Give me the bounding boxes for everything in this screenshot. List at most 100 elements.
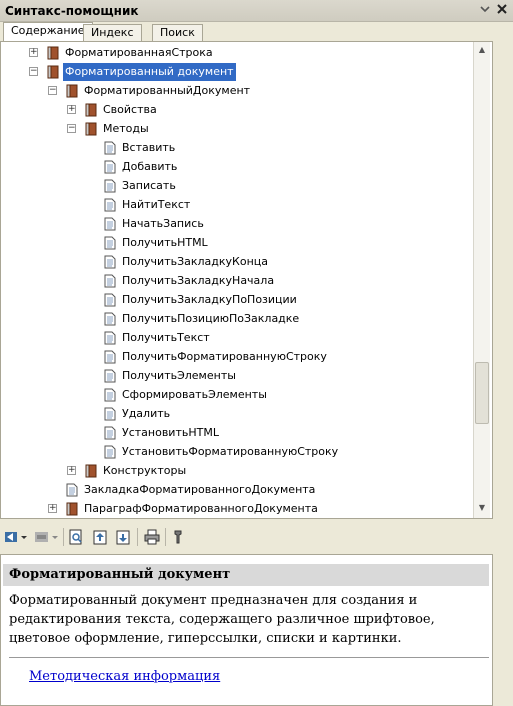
description-heading: Форматированный документ	[3, 564, 489, 586]
tree-item[interactable]: НайтиТекст	[1, 196, 471, 214]
back-icon[interactable]	[4, 529, 20, 545]
tree-item-label: Добавить	[122, 160, 178, 173]
previous-topic-icon[interactable]	[92, 529, 108, 545]
collapse-icon[interactable]: −	[48, 86, 57, 95]
tab-index[interactable]: Индекс	[83, 24, 142, 41]
tree-item-label: ПолучитьЗакладкуПоПозиции	[122, 293, 297, 306]
tab-contents[interactable]: Содержание	[3, 22, 93, 41]
book-icon	[46, 46, 60, 60]
tree-item[interactable]: ПолучитьПозициюПоЗакладке	[1, 310, 471, 328]
book-icon	[65, 502, 79, 516]
back-dropdown-icon[interactable]	[20, 529, 28, 545]
tree-item[interactable]: ПолучитьЗакладкуКонца	[1, 253, 471, 271]
page-icon	[103, 407, 117, 421]
tree-item[interactable]: − Методы	[1, 120, 471, 138]
close-icon[interactable]	[495, 3, 509, 17]
panel-title: Синтакс-помощник	[5, 4, 139, 18]
scroll-thumb[interactable]	[475, 362, 489, 424]
tree-item[interactable]: ПолучитьФорматированнуюСтроку	[1, 348, 471, 366]
tree-item[interactable]: ПолучитьЗакладкуНачала	[1, 272, 471, 290]
toolbar-separator	[137, 528, 138, 546]
tree-item[interactable]: ПолучитьЭлементы	[1, 367, 471, 385]
book-icon	[65, 84, 79, 98]
tree-item[interactable]: + ФорматированнаяСтрока	[1, 44, 471, 62]
contents-tree[interactable]: + ФорматированнаяСтрока − Форматированный д…	[0, 41, 493, 519]
collapse-icon[interactable]: −	[29, 67, 38, 76]
description-divider	[9, 657, 489, 658]
page-icon	[103, 160, 117, 174]
scroll-down-icon[interactable]: ▼	[474, 500, 490, 516]
tree-item-label: Удалить	[122, 407, 171, 420]
page-icon	[103, 426, 117, 440]
tree-item[interactable]: + ПараграфФорматированногоДокумента	[1, 500, 471, 518]
panel-menu-icon[interactable]	[478, 3, 492, 17]
tree-item-label: Вставить	[122, 141, 176, 154]
book-icon	[84, 103, 98, 117]
page-icon	[103, 141, 117, 155]
tree-item-label: ЗакладкаФорматированногоДокумента	[84, 483, 316, 496]
tree-item[interactable]: ПолучитьHTML	[1, 234, 471, 252]
tree-item[interactable]: УстановитьФорматированнуюСтроку	[1, 443, 471, 461]
page-icon	[103, 369, 117, 383]
page-icon	[103, 312, 117, 326]
tree-item[interactable]: + Конструкторы	[1, 462, 471, 480]
tree-item-label: Записать	[122, 179, 176, 192]
print-icon[interactable]	[144, 529, 160, 545]
tree-item-label: ПолучитьФорматированнуюСтроку	[122, 350, 327, 363]
tree-item-label: ПолучитьЗакладкуНачала	[122, 274, 275, 287]
help-toolbar	[0, 522, 513, 552]
tree-item[interactable]: − Форматированный документ	[1, 63, 471, 81]
description-text: Форматированный документ предназначен дл…	[9, 593, 435, 646]
tree-item[interactable]: + Свойства	[1, 101, 471, 119]
expand-icon[interactable]: +	[29, 48, 38, 57]
tab-search[interactable]: Поиск	[152, 24, 203, 41]
tree-item-label: Методы	[103, 122, 149, 135]
tree-item-label: Конструкторы	[103, 464, 187, 477]
toolbar-separator	[165, 528, 166, 546]
forward-icon[interactable]	[34, 529, 50, 545]
settings-wrench-icon[interactable]	[171, 529, 187, 545]
toolbar-separator	[63, 528, 64, 546]
tree-item-label: ПолучитьТекст	[122, 331, 210, 344]
tree-item[interactable]: ЗакладкаФорматированногоДокумента	[1, 481, 471, 499]
tree-item-label: УстановитьHTML	[122, 426, 219, 439]
tree-item[interactable]: СформироватьЭлементы	[1, 386, 471, 404]
tree-item-label: ПолучитьHTML	[122, 236, 208, 249]
tree-item-label: ПараграфФорматированногоДокумента	[84, 502, 318, 515]
collapse-icon[interactable]: −	[67, 124, 76, 133]
page-icon	[103, 179, 117, 193]
page-icon	[65, 483, 79, 497]
tree-item[interactable]: − ФорматированныйДокумент	[1, 82, 471, 100]
forward-dropdown-icon[interactable]	[51, 529, 59, 545]
tree-scrollbar[interactable]: ▲ ▼	[473, 42, 490, 518]
expand-icon[interactable]: +	[67, 105, 76, 114]
tree-item[interactable]: Удалить	[1, 405, 471, 423]
tree-item-label: УстановитьФорматированнуюСтроку	[122, 445, 339, 458]
tree-item-label: НайтиТекст	[122, 198, 191, 211]
right-edge	[493, 41, 513, 706]
tree-item[interactable]: НачатьЗапись	[1, 215, 471, 233]
scroll-up-icon[interactable]: ▲	[474, 42, 490, 58]
tree-item[interactable]: Вставить	[1, 139, 471, 157]
tab-strip: Содержание Индекс Поиск	[0, 22, 513, 41]
tree-item[interactable]: ПолучитьЗакладкуПоПозиции	[1, 291, 471, 309]
expand-icon[interactable]: +	[48, 504, 57, 513]
book-icon	[46, 65, 60, 79]
page-icon	[103, 236, 117, 250]
page-icon	[103, 388, 117, 402]
next-topic-icon[interactable]	[115, 529, 131, 545]
page-icon	[103, 350, 117, 364]
tree-item-label: НачатьЗапись	[122, 217, 204, 230]
tree-item[interactable]: ПолучитьТекст	[1, 329, 471, 347]
tree-item-label: ФорматированныйДокумент	[84, 84, 251, 97]
tree-item-label: ПолучитьЭлементы	[122, 369, 236, 382]
tree-item-label: ФорматированнаяСтрока	[65, 46, 213, 59]
book-icon	[84, 122, 98, 136]
tree-item[interactable]: Добавить	[1, 158, 471, 176]
tree-item-label: СформироватьЭлементы	[122, 388, 267, 401]
expand-icon[interactable]: +	[67, 466, 76, 475]
tree-item[interactable]: Записать	[1, 177, 471, 195]
find-in-tree-icon[interactable]	[68, 529, 84, 545]
tree-item[interactable]: УстановитьHTML	[1, 424, 471, 442]
methodical-info-link[interactable]: Методическая информация	[29, 669, 220, 684]
